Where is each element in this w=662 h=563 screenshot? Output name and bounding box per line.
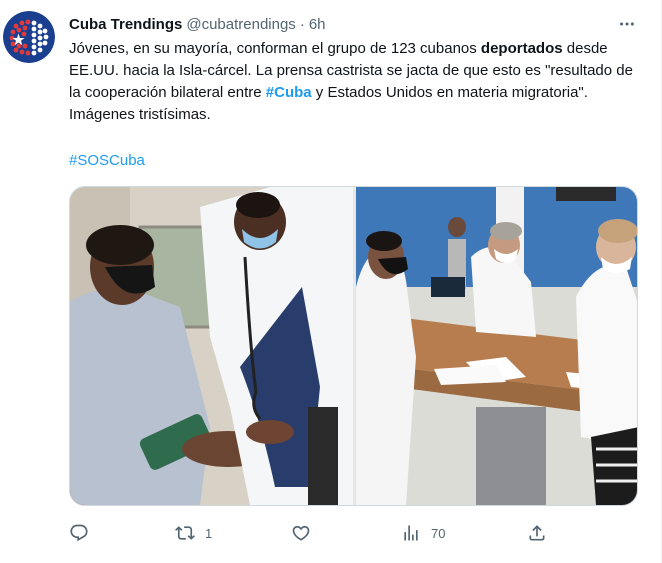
tweet-header: Cuba Trendings @cubatrendings · 6h xyxy=(69,14,326,34)
photo-right-image xyxy=(356,187,637,505)
views-icon xyxy=(404,525,418,541)
tweet-text: Jóvenes, en su mayoría, conforman el gru… xyxy=(69,38,634,126)
reply-icon xyxy=(70,524,88,542)
share-button[interactable] xyxy=(527,518,547,548)
tweet-time[interactable]: 6h xyxy=(309,16,326,33)
photo-left-image xyxy=(70,187,353,505)
views-count: 70 xyxy=(431,525,446,541)
author-name[interactable]: Cuba Trendings xyxy=(69,16,182,33)
tweet-text-part: Jóvenes, en su mayoría, conforman el gru… xyxy=(69,40,481,57)
separator-dot: · xyxy=(299,15,305,33)
like-icon xyxy=(292,525,310,541)
retweet-button[interactable]: 1 xyxy=(175,518,212,548)
tweet-card[interactable]: Cuba Trendings @cubatrendings · 6h Jóven… xyxy=(0,0,662,563)
retweet-icon xyxy=(175,526,195,540)
tweet-text-bold: deportados xyxy=(480,40,563,57)
photo-blood-pressure[interactable] xyxy=(70,187,353,505)
retweet-count: 1 xyxy=(205,525,213,541)
like-button[interactable] xyxy=(291,518,321,548)
tweet-actions: 1 70 xyxy=(69,518,549,548)
hashtag-cuba-link[interactable]: #Cuba xyxy=(266,84,312,101)
tweet-media[interactable] xyxy=(69,186,638,506)
more-icon xyxy=(620,22,634,26)
reply-button[interactable] xyxy=(69,518,99,548)
share-icon xyxy=(529,525,545,541)
author-avatar[interactable] xyxy=(3,11,55,63)
cuba-flag-logo-icon xyxy=(3,11,55,63)
author-handle[interactable]: @cubatrendings xyxy=(186,16,295,33)
more-options-button[interactable] xyxy=(617,15,637,33)
views-button[interactable]: 70 xyxy=(401,518,445,548)
photo-registration-table[interactable] xyxy=(356,187,637,505)
hashtag-soscuba-link[interactable]: #SOSCuba xyxy=(69,151,145,171)
